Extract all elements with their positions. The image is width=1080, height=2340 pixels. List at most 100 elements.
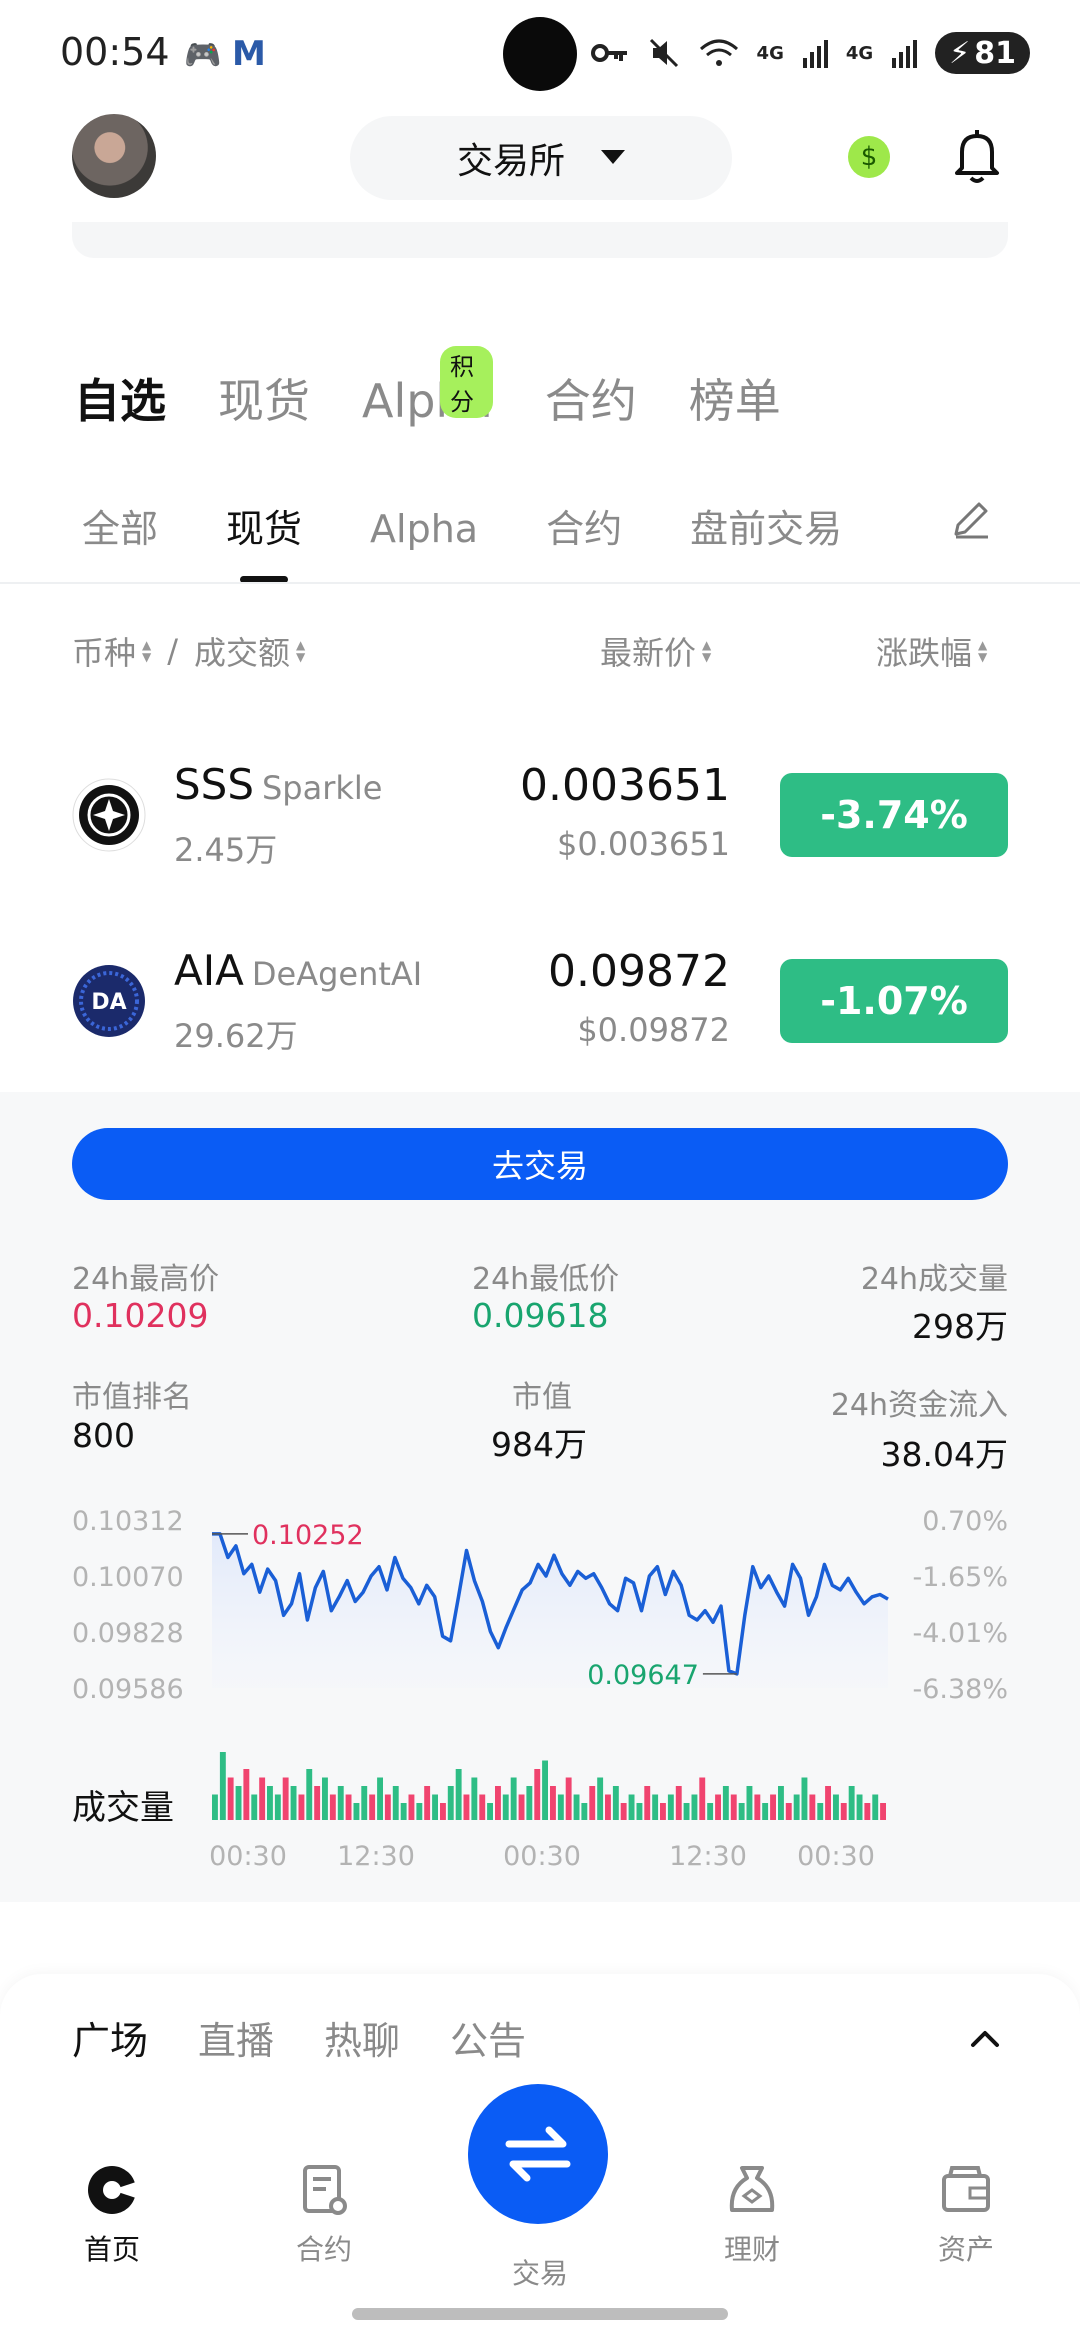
volume-bar xyxy=(730,1794,737,1820)
chevron-up-icon[interactable] xyxy=(968,2022,1002,2056)
volume-bar xyxy=(746,1786,753,1820)
exchange-selector[interactable]: 交易所 xyxy=(350,116,732,200)
volume-bar xyxy=(589,1786,596,1820)
volume-bar xyxy=(534,1769,541,1820)
nav-label: 首页 xyxy=(83,2233,140,2266)
mail-m-icon: M xyxy=(232,34,266,74)
col-price-label: 最新价 xyxy=(600,634,697,672)
wifi-icon xyxy=(699,39,738,66)
subtab-alpha[interactable]: Alpha xyxy=(370,507,478,551)
volume-bar xyxy=(738,1803,745,1820)
edit-icon[interactable] xyxy=(950,498,992,540)
sort-icon: ▲ ▼ xyxy=(142,638,152,664)
tab-rankings[interactable]: 榜单 xyxy=(689,365,781,431)
volume-bar xyxy=(274,1794,281,1820)
volume-bar xyxy=(377,1777,383,1820)
low-label: 24h最低价 xyxy=(472,1262,620,1297)
nav-label: 资产 xyxy=(937,2233,994,2266)
tab-label: 榜单 xyxy=(688,374,781,428)
volume-bar xyxy=(282,1777,289,1820)
avatar[interactable] xyxy=(72,114,156,198)
tab-futures[interactable]: 合约 xyxy=(545,365,637,431)
nav-assets[interactable]: 资产 xyxy=(886,2162,1046,2268)
high-value: 0.10209 xyxy=(72,1296,209,1335)
nav-earn[interactable]: 理财 xyxy=(672,2162,832,2268)
col-change-label: 涨跌幅 xyxy=(876,634,973,672)
volume-bar xyxy=(487,1803,493,1820)
list-item[interactable]: DA AIA DeAgentAI 29.62万 0.09872 $0.09872 … xyxy=(0,926,1080,1076)
col-sep: / xyxy=(167,632,179,670)
volume-bar xyxy=(605,1794,611,1820)
wallet-icon xyxy=(942,2166,990,2212)
volume-bar xyxy=(408,1794,415,1820)
mcap-value: 984万 xyxy=(491,1425,587,1464)
bell-icon[interactable] xyxy=(952,128,1002,184)
volume-bar xyxy=(361,1786,368,1820)
volume-bar xyxy=(660,1803,666,1820)
search-bar-remnant[interactable] xyxy=(72,222,1008,258)
trade-fab-button[interactable] xyxy=(468,2084,608,2224)
swap-arrows-icon xyxy=(505,2126,571,2182)
nav-label: 理财 xyxy=(723,2233,780,2266)
subtab-spot[interactable]: 现货 xyxy=(226,498,302,583)
nav-trade-label-wrap[interactable]: 交易 xyxy=(460,2214,620,2292)
volume-bar xyxy=(455,1769,462,1820)
volume-bar xyxy=(840,1803,847,1820)
column-header-change[interactable]: 涨跌幅 ▲ ▼ xyxy=(876,628,987,674)
subtab-all[interactable]: 全部 xyxy=(82,498,158,553)
subtab-futures[interactable]: 合约 xyxy=(546,498,622,553)
y-tick-label: 0.10312 xyxy=(72,1506,184,1537)
battery-bolt-icon: ⚡ xyxy=(949,35,971,71)
tab-hot-chat[interactable]: 热聊 xyxy=(324,2010,400,2065)
price-area xyxy=(212,1533,888,1688)
volume-bar xyxy=(550,1786,556,1820)
volume-bar xyxy=(644,1786,651,1820)
tab-alpha[interactable]: Alpha 积分 xyxy=(362,346,493,428)
subtab-premarket[interactable]: 盘前交易 xyxy=(690,498,842,553)
key-icon xyxy=(590,44,627,62)
volume-bar xyxy=(432,1794,438,1820)
column-header-coin[interactable]: 币种 ▲ ▼ / 成交额 ▲ ▼ xyxy=(72,628,305,674)
coin-symbol: SSS xyxy=(174,760,254,809)
tab-spot[interactable]: 现货 xyxy=(218,365,310,431)
coin-volume: 29.62万 xyxy=(174,1017,298,1055)
volume-bar xyxy=(251,1794,258,1820)
nav-home[interactable]: 首页 xyxy=(32,2162,192,2268)
volume-bar xyxy=(864,1803,871,1820)
volume-bar xyxy=(314,1786,321,1820)
coin-symbol: AIA xyxy=(174,946,244,995)
volume-bar xyxy=(384,1794,391,1820)
coin-title: AIA DeAgentAI xyxy=(174,946,422,995)
subtab-label: 盘前交易 xyxy=(690,507,843,551)
nav-futures[interactable]: 合约 xyxy=(244,2162,404,2268)
dollar-icon[interactable]: $ xyxy=(848,136,890,178)
volume-24h-value: 298万 xyxy=(912,1307,1008,1346)
volume-bar xyxy=(267,1786,273,1820)
sss-coin-logo xyxy=(72,778,146,852)
max-price-label: 0.10252 xyxy=(252,1520,364,1551)
change-badge[interactable]: -1.07% xyxy=(780,959,1008,1043)
tab-square[interactable]: 广场 xyxy=(72,2010,148,2065)
pct-tick-label: -4.01% xyxy=(912,1618,1008,1649)
exchange-label: 交易所 xyxy=(456,141,565,182)
volume-bar xyxy=(667,1794,674,1820)
tab-live[interactable]: 直播 xyxy=(198,2010,274,2065)
high-label: 24h最高价 xyxy=(72,1262,220,1297)
go-trade-button[interactable]: 去交易 xyxy=(72,1128,1008,1200)
coin-title: SSS Sparkle xyxy=(174,760,382,809)
volume-bar xyxy=(833,1794,839,1820)
volume-bar xyxy=(565,1777,572,1820)
list-item[interactable]: SSS Sparkle 2.45万 0.003651 $0.003651 -3.7… xyxy=(0,740,1080,890)
tab-favorites[interactable]: 自选 xyxy=(74,365,166,431)
volume-title: 成交量 xyxy=(72,1788,174,1828)
column-header-price[interactable]: 最新价 ▲ ▼ xyxy=(600,628,711,674)
volume-bar xyxy=(243,1769,250,1820)
low-value: 0.09618 xyxy=(472,1296,609,1335)
tab-announcements[interactable]: 公告 xyxy=(450,2010,526,2065)
coin-name: DeAgentAI xyxy=(251,955,423,993)
volume-bar xyxy=(526,1786,533,1820)
change-badge[interactable]: -3.74% xyxy=(780,773,1008,857)
game-controller-icon: 🎮 xyxy=(184,38,222,73)
network-4g-label: 4G xyxy=(756,42,784,64)
volume-bar xyxy=(479,1794,486,1820)
